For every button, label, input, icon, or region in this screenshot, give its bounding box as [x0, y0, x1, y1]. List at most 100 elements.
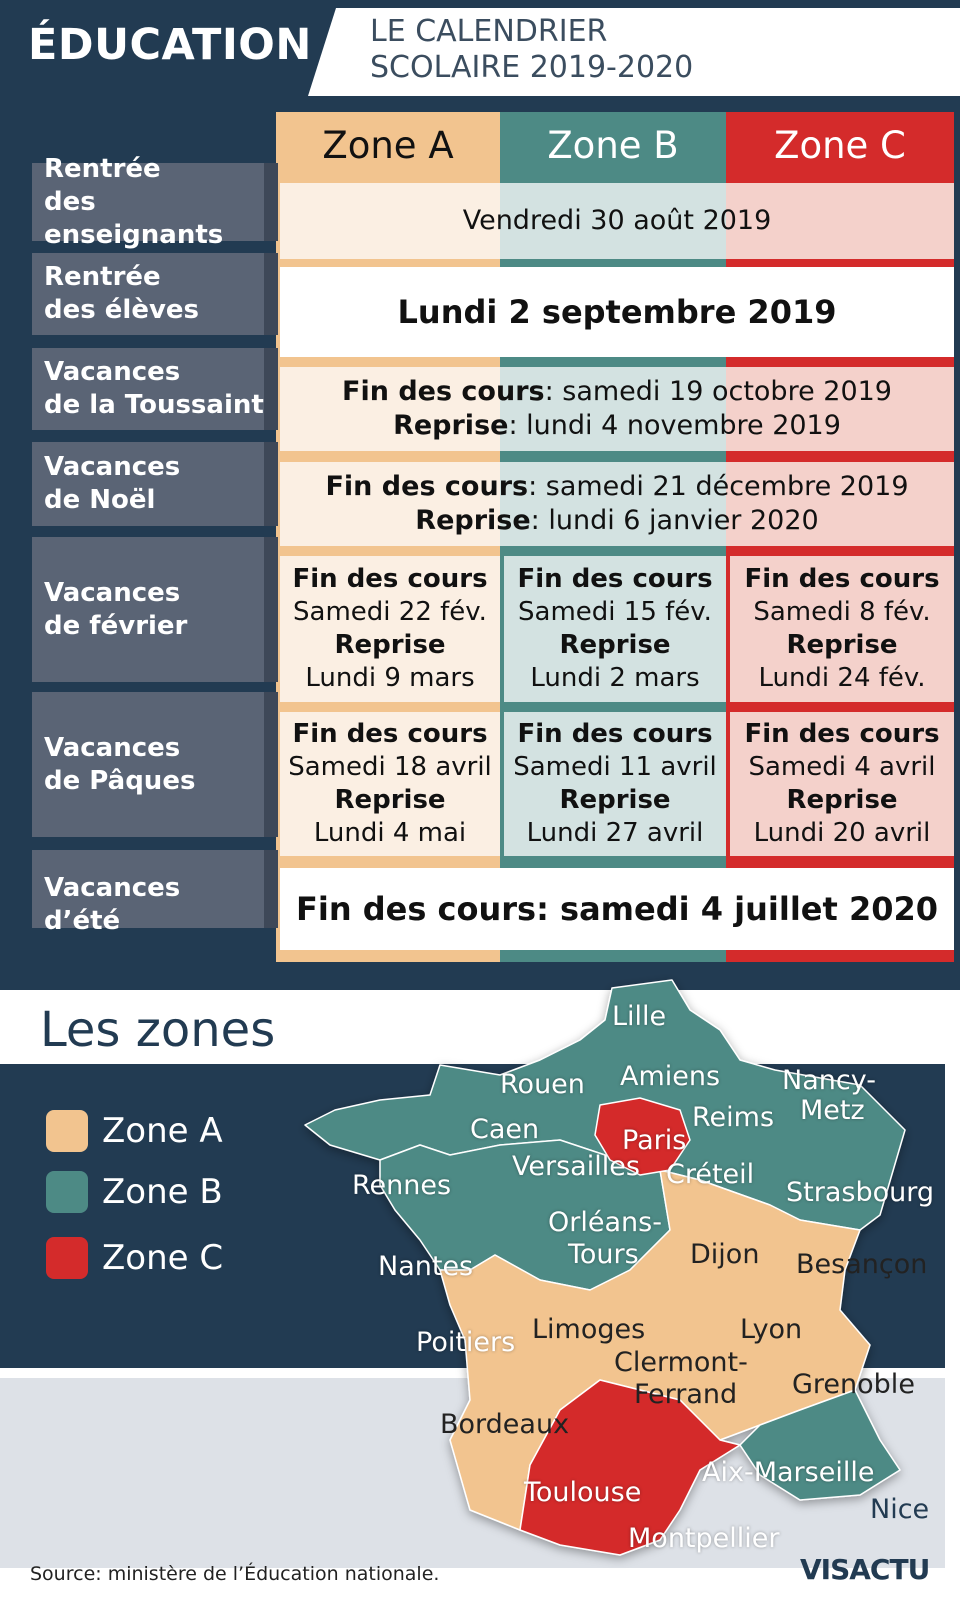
fin-label: Fin des cours: [342, 376, 545, 407]
fin-date: Samedi 8 fév.: [753, 597, 931, 627]
fin-label: Fin des cours: [517, 719, 713, 749]
row-fold: [264, 348, 278, 430]
cell-noel: Fin des cours: samedi 21 décembre 2019 R…: [280, 462, 954, 546]
fin-date: Samedi 18 avril: [288, 752, 492, 782]
row-label-line: de Noël: [44, 485, 156, 515]
row-label-line: des élèves: [44, 295, 200, 325]
city-bordeaux: Bordeaux: [440, 1409, 570, 1440]
fin-date: Samedi 22 fév.: [293, 597, 487, 627]
row-label-line: de février: [44, 610, 188, 641]
reprise-label: Reprise: [334, 785, 446, 815]
source-note: Source: ministère de l’Éducation nationa…: [30, 1563, 440, 1585]
row-label-rentree-eleves: Rentrée des élèves: [32, 253, 264, 335]
row-label-paques: Vacances de Pâques: [32, 692, 264, 837]
subtitle-line-1: LE CALENDRIER: [370, 14, 608, 49]
city-rennes: Rennes: [352, 1170, 452, 1201]
row-label-line: Vacances: [44, 577, 181, 608]
reprise-date: Lundi 27 avril: [526, 818, 704, 848]
city-reims: Reims: [692, 1102, 775, 1133]
reprise-value: : lundi 6 janvier 2020: [530, 505, 819, 536]
cell-rentree-enseignants: Vendredi 30 août 2019: [462, 205, 772, 236]
city-besancon: Besançon: [796, 1249, 928, 1280]
cell-fevrier-zone-a: Fin des cours Samedi 22 fév. Reprise Lun…: [280, 556, 500, 702]
cell-paques-zone-c: Fin des cours Samedi 4 avril Reprise Lun…: [730, 712, 954, 856]
fin-label: Fin des cours: [292, 564, 488, 594]
city-clermont-line2: Ferrand: [634, 1379, 738, 1410]
page-title: ÉDUCATION: [28, 20, 312, 70]
cell-fevrier-zone-c: Fin des cours Samedi 8 fév. Reprise Lund…: [730, 556, 954, 702]
page-subtitle: LE CALENDRIER SCOLAIRE 2019-2020: [370, 14, 790, 86]
city-poitiers: Poitiers: [416, 1327, 516, 1358]
row-label-line: de Pâques: [44, 765, 196, 796]
row-label-line: Vacances d’été: [44, 873, 181, 936]
fin-date: Samedi 15 fév.: [518, 597, 712, 627]
row-label-line: Vacances: [44, 732, 181, 763]
cell-rentree-eleves: Lundi 2 septembre 2019: [280, 267, 954, 357]
row-fold: [264, 253, 278, 335]
fin-label: Fin des cours: [744, 564, 940, 594]
subtitle-line-2: SCOLAIRE 2019-2020: [370, 50, 694, 85]
row-label-line: Vacances: [44, 357, 181, 387]
city-lille: Lille: [612, 1001, 667, 1032]
city-creteil: Créteil: [666, 1159, 755, 1190]
fin-value: : samedi 19 octobre 2019: [544, 376, 892, 407]
city-clermont-line1: Clermont-: [614, 1347, 748, 1378]
city-aix-marseille: Aix-Marseille: [702, 1457, 875, 1488]
city-versailles: Versailles: [512, 1151, 640, 1182]
zone-c-header: Zone C: [774, 124, 906, 167]
row-label-toussaint: Vacances de la Toussaint: [32, 348, 264, 430]
reprise-date: Lundi 20 avril: [753, 818, 931, 848]
cell-paques-zone-a: Fin des cours Samedi 18 avril Reprise Lu…: [280, 712, 500, 856]
zone-b-header: Zone B: [547, 124, 679, 167]
row-label-line: Rentrée: [44, 153, 161, 184]
reprise-label: Reprise: [393, 410, 509, 441]
cell-vacances-ete: Fin des cours: samedi 4 juillet 2020: [280, 868, 954, 950]
city-nancy-line2: Metz: [800, 1095, 865, 1126]
fin-label: Fin des cours: [517, 564, 713, 594]
visactu-logo: VISACTU: [800, 1553, 930, 1586]
reprise-label: Reprise: [786, 630, 898, 660]
row-label-rentree-enseignants: Rentrée des enseignants: [32, 154, 264, 250]
row-fold: [264, 442, 278, 526]
city-orleans-line1: Orléans-: [548, 1207, 662, 1238]
city-lyon: Lyon: [740, 1314, 803, 1345]
fin-label: Fin des cours: [292, 719, 488, 749]
fin-label: Fin des cours: [744, 719, 940, 749]
reprise-label: Reprise: [334, 630, 446, 660]
city-grenoble: Grenoble: [792, 1369, 915, 1400]
reprise-date: Lundi 24 fév.: [758, 663, 926, 693]
reprise-date: Lundi 4 mai: [313, 818, 467, 848]
row-fold: [264, 537, 278, 682]
city-rouen: Rouen: [500, 1069, 585, 1100]
row-fold: [264, 692, 278, 837]
row-label-line: des enseignants: [44, 186, 224, 250]
reprise-value: : lundi 4 novembre 2019: [508, 410, 841, 441]
fin-date: Samedi 4 avril: [748, 752, 936, 782]
zone-a-header: Zone A: [322, 124, 454, 167]
reprise-label: Reprise: [559, 785, 671, 815]
city-nantes: Nantes: [378, 1251, 474, 1282]
city-nancy-line1: Nancy-: [782, 1065, 876, 1096]
row-label-line: Vacances: [44, 452, 181, 482]
city-strasbourg: Strasbourg: [786, 1177, 934, 1208]
city-nice: Nice: [870, 1494, 930, 1525]
reprise-label: Reprise: [786, 785, 898, 815]
cell-fevrier-zone-b: Fin des cours Samedi 15 fév. Reprise Lun…: [504, 556, 726, 702]
row-label-noel: Vacances de Noël: [32, 442, 264, 526]
fin-value: : samedi 21 décembre 2019: [528, 471, 909, 502]
city-dijon: Dijon: [690, 1239, 760, 1270]
city-orleans-line2: Tours: [568, 1239, 639, 1270]
fin-date: Samedi 11 avril: [513, 752, 717, 782]
city-amiens: Amiens: [620, 1061, 721, 1092]
row-fold: [264, 163, 278, 241]
cell-paques-zone-b: Fin des cours Samedi 11 avril Reprise Lu…: [504, 712, 726, 856]
city-toulouse: Toulouse: [524, 1477, 642, 1508]
city-limoges: Limoges: [532, 1314, 646, 1345]
row-fold: [264, 850, 278, 928]
cell-toussaint: Fin des cours: samedi 19 octobre 2019 Re…: [280, 367, 954, 451]
row-label-line: de la Toussaint: [44, 390, 264, 420]
reprise-label: Reprise: [559, 630, 671, 660]
fin-label: Fin des cours: [325, 471, 529, 502]
city-montpellier: Montpellier: [628, 1523, 780, 1554]
city-caen: Caen: [470, 1114, 540, 1145]
